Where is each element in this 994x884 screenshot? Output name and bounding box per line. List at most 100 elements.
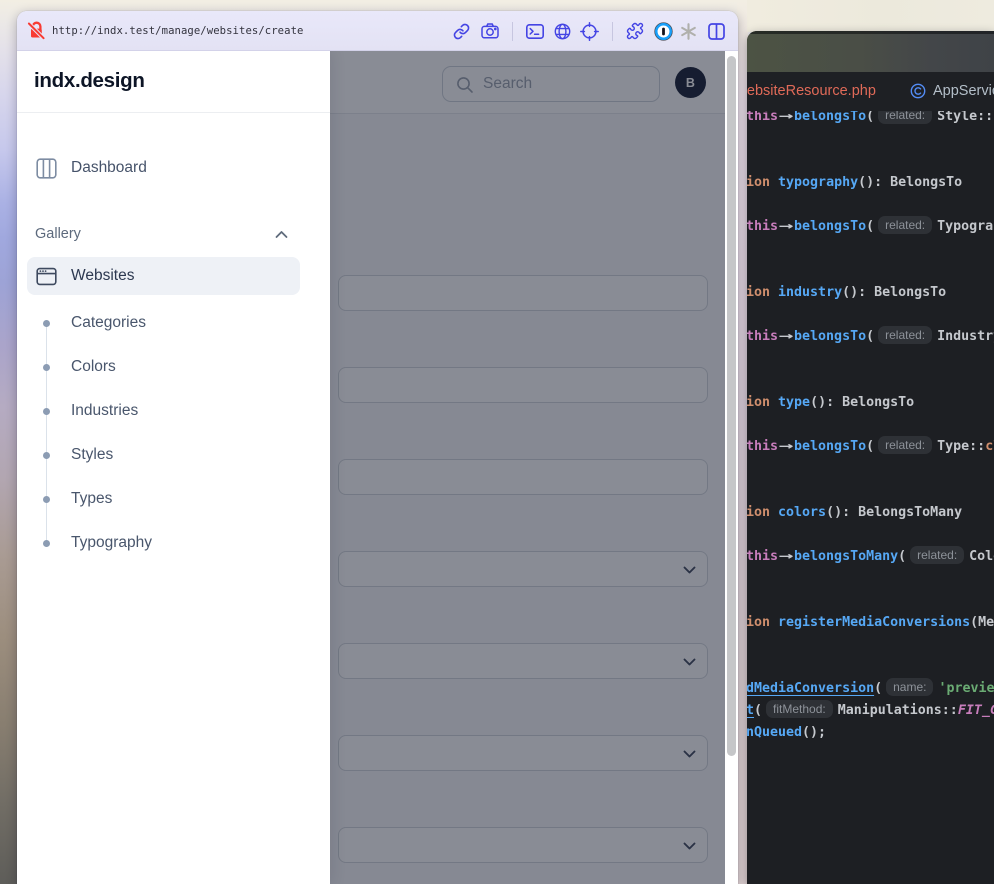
- camera-icon[interactable]: [476, 11, 504, 51]
- code-token: (Media $media = null): void: [970, 615, 994, 630]
- code-line: ion type(): BelongsTo: [747, 392, 914, 414]
- desktop-wallpaper-top: [747, 0, 994, 32]
- sidebar-item-types[interactable]: Types: [17, 477, 317, 521]
- sidebar-item-typography[interactable]: Typography: [17, 521, 317, 565]
- code-token: belongsTo: [794, 111, 866, 124]
- bullet-dot-icon: [43, 496, 50, 503]
- parameter-hint-inlay: related:: [878, 216, 932, 234]
- code-token: registerMediaConversions: [778, 615, 970, 630]
- dashboard-panels-icon: [36, 158, 57, 179]
- arrow-operator: →: [771, 546, 801, 568]
- code-token: ion: [747, 175, 778, 190]
- websites-browser-icon: [36, 266, 57, 287]
- arrow-operator: →: [771, 436, 801, 458]
- section-label: Gallery: [35, 226, 81, 242]
- code-token: ion: [747, 615, 778, 630]
- code-token: typography: [778, 175, 858, 190]
- arrow-operator: →: [771, 216, 801, 238]
- code-token: Industry::: [937, 329, 994, 344]
- sidebar-item-industries[interactable]: Industries: [17, 389, 317, 433]
- sidebar-divider: [17, 112, 330, 113]
- scrollbar-thumb[interactable]: [727, 56, 736, 756]
- globe-icon[interactable]: [549, 11, 577, 51]
- app-logo[interactable]: indx.design: [34, 69, 145, 93]
- bullet-dot-icon: [43, 540, 50, 547]
- code-line: ion colors(): BelongsToMany: [747, 502, 962, 524]
- code-token: nQueued: [747, 725, 802, 740]
- browser-toolbar: http://indx.test/manage/websites/create: [17, 11, 738, 51]
- code-line: dMediaConversion(name:'preview'): [747, 678, 994, 700]
- toolbar-divider: [512, 22, 513, 41]
- parameter-hint-inlay: name:: [886, 678, 933, 696]
- bullet-dot-icon: [43, 364, 50, 371]
- sidebar-item-label: Industries: [71, 402, 138, 420]
- code-line: nQueued();: [747, 722, 826, 744]
- code-line: this→belongsTo(related:Industry::class);: [747, 326, 994, 348]
- insecure-lock-slash-icon[interactable]: [24, 18, 48, 42]
- code-token: t: [747, 703, 754, 718]
- arrow-operator: →: [771, 111, 801, 128]
- code-token: (: [874, 681, 882, 696]
- sidebar-item-label: Styles: [71, 446, 113, 464]
- sidebar-item-colors[interactable]: Colors: [17, 345, 317, 389]
- code-token: (): BelongsToMany: [826, 505, 962, 520]
- sidebar: indx.design Dashboard Gallery: [17, 51, 330, 884]
- onepassword-icon[interactable]: [649, 11, 677, 51]
- code-token: class: [985, 439, 994, 454]
- ide-window: WebsiteResource.php AppServiceProvider.p…: [747, 31, 994, 884]
- crosshair-icon[interactable]: [576, 11, 604, 51]
- sidebar-item-dashboard[interactable]: Dashboard: [27, 148, 300, 188]
- sidebar-item-label: Typography: [71, 534, 152, 552]
- code-token: Type::: [937, 439, 985, 454]
- code-token: FIT_CROP: [958, 703, 994, 718]
- php-class-icon: [910, 83, 926, 99]
- browser-viewport: B indx.design Dashboard Gallery: [17, 51, 738, 884]
- ide-tabbar: WebsiteResource.php AppServiceProvider.p…: [747, 72, 994, 111]
- browser-page-scrollbar[interactable]: [725, 51, 738, 884]
- code-token: ion: [747, 395, 778, 410]
- code-token: belongsTo: [794, 219, 866, 234]
- code-token: (: [866, 219, 874, 234]
- ide-titlebar: [747, 31, 994, 72]
- code-editor[interactable]: this→belongsTo(related:Style::class);ion…: [747, 111, 994, 884]
- code-token: colors: [778, 505, 826, 520]
- code-token: Color::: [969, 549, 994, 564]
- code-line: this→belongsToMany(related:Color::class)…: [747, 546, 994, 568]
- parameter-hint-inlay: related:: [878, 436, 932, 454]
- asterisk-icon[interactable]: [674, 11, 702, 51]
- sidebar-item-websites[interactable]: Websites: [27, 257, 300, 295]
- parameter-hint-inlay: related:: [910, 546, 964, 564]
- editor-tab-app-service-provider[interactable]: AppServiceProvider.php: [910, 72, 994, 109]
- sidebar-item-label: Colors: [71, 358, 116, 376]
- sidebar-item-styles[interactable]: Styles: [17, 433, 317, 477]
- sidebar-item-label: Dashboard: [71, 159, 147, 177]
- code-token: belongsTo: [794, 439, 866, 454]
- code-token: (: [754, 703, 762, 718]
- code-token: ();: [802, 725, 826, 740]
- code-token: dMediaConversion: [747, 681, 874, 696]
- sidebar-item-label: Categories: [71, 314, 146, 332]
- sidebar-section-gallery[interactable]: Gallery: [35, 221, 309, 249]
- url-bar[interactable]: http://indx.test/manage/websites/create: [52, 11, 303, 51]
- code-token: (: [898, 549, 906, 564]
- editor-tab-website-resource[interactable]: WebsiteResource.php: [747, 72, 876, 109]
- terminal-icon[interactable]: [521, 11, 549, 51]
- parameter-hint-inlay: fitMethod:: [766, 700, 833, 718]
- code-token: industry: [778, 285, 842, 300]
- code-token: 'preview': [938, 681, 994, 696]
- code-line: this→belongsTo(related:Type::class);: [747, 436, 994, 458]
- puzzle-icon[interactable]: [621, 11, 649, 51]
- code-line: ion typography(): BelongsTo: [747, 172, 962, 194]
- code-token: (: [866, 329, 874, 344]
- sidebar-item-categories[interactable]: Categories: [17, 301, 317, 345]
- code-token: ion: [747, 285, 778, 300]
- chevron-up-icon: [275, 230, 288, 239]
- bullet-dot-icon: [43, 452, 50, 459]
- code-token: type: [778, 395, 810, 410]
- columns-icon[interactable]: [703, 11, 731, 51]
- arrow-operator: →: [771, 326, 801, 348]
- link-icon[interactable]: [447, 11, 475, 51]
- code-line: ion industry(): BelongsTo: [747, 282, 946, 304]
- code-line: ion registerMediaConversions(Media $medi…: [747, 612, 994, 634]
- sidebar-item-label: Websites: [71, 267, 134, 285]
